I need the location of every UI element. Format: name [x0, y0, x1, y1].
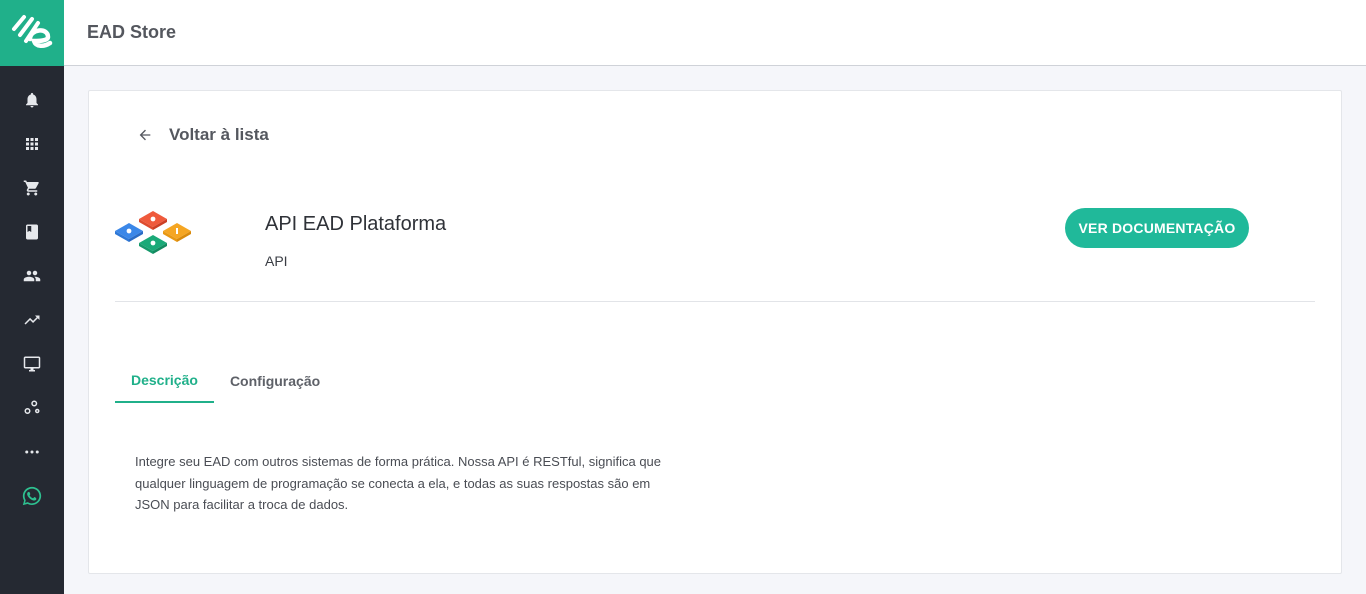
- app-detail-card: Voltar à lista API EAD Plataforma API VE…: [88, 90, 1342, 574]
- view-documentation-button[interactable]: VER DOCUMENTAÇÃO: [1065, 208, 1249, 248]
- sidebar-item-whatsapp[interactable]: [0, 474, 64, 518]
- book-icon: [26, 224, 38, 240]
- trending-icon: [24, 315, 40, 325]
- divider: [115, 301, 1315, 302]
- sidebar-item-courses[interactable]: [0, 210, 64, 254]
- tab-bar: Descrição Configuração: [115, 359, 336, 403]
- back-to-list-link[interactable]: Voltar à lista: [137, 125, 269, 145]
- monitor-icon: [23, 356, 41, 372]
- sidebar-item-integrations[interactable]: [0, 386, 64, 430]
- apps-grid-icon: [26, 138, 38, 150]
- back-link-label: Voltar à lista: [169, 125, 269, 144]
- app-title: API EAD Plataforma: [265, 213, 447, 235]
- users-icon: [23, 270, 41, 282]
- app-description: Integre seu EAD com outros sistemas de f…: [135, 454, 662, 512]
- sidebar-item-display[interactable]: [0, 342, 64, 386]
- topbar: EAD Store: [64, 0, 1366, 66]
- tab-description[interactable]: Descrição: [115, 359, 214, 403]
- page-title: EAD Store: [87, 22, 177, 42]
- sidebar: [0, 0, 64, 594]
- app-subtitle: API: [265, 253, 288, 269]
- brand-logo-icon: [12, 15, 53, 48]
- brand-logo[interactable]: [0, 0, 64, 66]
- tab-configuration[interactable]: Configuração: [214, 359, 336, 403]
- sidebar-item-users[interactable]: [0, 254, 64, 298]
- more-icon: [25, 450, 39, 454]
- whatsapp-icon: [22, 486, 42, 506]
- sidebar-item-store[interactable]: [0, 166, 64, 210]
- cart-icon: [23, 180, 39, 196]
- bell-icon: [26, 92, 38, 108]
- sidebar-item-apps[interactable]: [0, 122, 64, 166]
- api-app-logo: [115, 211, 191, 254]
- integrations-icon: [24, 400, 40, 414]
- sidebar-item-reports[interactable]: [0, 298, 64, 342]
- sidebar-item-more[interactable]: [0, 430, 64, 474]
- arrow-left-icon: [139, 129, 151, 141]
- sidebar-item-notifications[interactable]: [0, 78, 64, 122]
